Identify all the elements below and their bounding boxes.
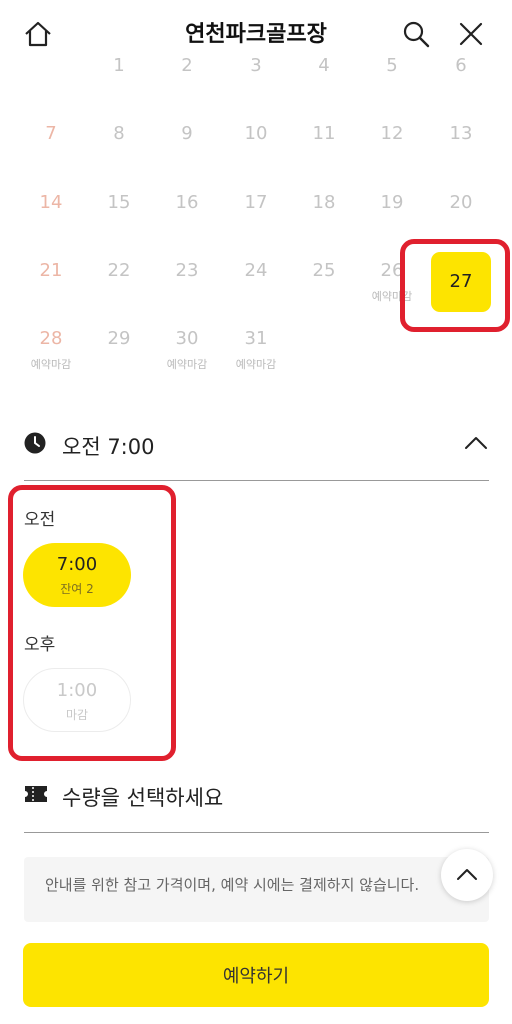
calendar-day-22[interactable]: 22 [89,252,149,312]
calendar-day-note: 예약마감 [166,358,208,371]
calendar-day-11[interactable]: 11 [294,115,354,175]
calendar-day-25[interactable]: 25 [294,252,354,312]
calendar-day-17[interactable]: 17 [226,184,286,244]
chevron-up-icon[interactable] [463,430,489,456]
calendar-day-number: 21 [39,260,63,281]
close-button[interactable] [455,18,487,50]
notice-text: 안내를 위한 참고 가격이며, 예약 시에는 결제하지 않습니다. [45,876,420,894]
search-button[interactable] [400,18,432,50]
calendar-day-number: 16 [175,192,199,213]
calendar-day-number: 30 [175,328,199,349]
calendar-day-number: 22 [107,260,131,281]
calendar-day-9[interactable]: 9 [157,115,217,175]
calendar-day-4[interactable]: 4 [294,47,354,107]
highlight-box-slots [8,485,176,761]
calendar-day-number: 11 [312,123,336,144]
calendar-day-24[interactable]: 24 [226,252,286,312]
chevron-up-icon [457,869,477,880]
calendar-day-number: 18 [312,192,336,213]
calendar-day-1[interactable]: 1 [89,47,149,107]
calendar-day-28[interactable]: 28 예약마감 [21,320,81,380]
selected-time-label: 오전 7:00 [62,435,155,459]
calendar-day-14[interactable]: 14 [21,184,81,244]
calendar-day-21[interactable]: 21 [21,252,81,312]
calendar-day-number: 15 [107,192,131,213]
calendar-day-5[interactable]: 5 [362,47,422,107]
calendar-day-note: 예약마감 [235,358,277,371]
quantity-selector-header[interactable]: 수량을 선택하세요 [24,770,489,833]
calendar-day-6[interactable]: 6 [431,47,491,107]
calendar-day-19[interactable]: 19 [362,184,422,244]
page-title: 연천파크골프장 [185,22,327,47]
calendar-day-number: 1 [113,55,125,76]
calendar-day-number: 6 [455,55,467,76]
calendar-day-number: 25 [312,260,336,281]
calendar-day-12[interactable]: 12 [362,115,422,175]
calendar-day-3[interactable]: 3 [226,47,286,107]
calendar-day-number: 5 [386,55,398,76]
calendar-day-number: 10 [244,123,268,144]
calendar-day-30[interactable]: 30 예약마감 [157,320,217,380]
calendar-day-number: 8 [113,123,125,144]
reserve-button[interactable]: 예약하기 [23,943,489,1007]
calendar-day-number: 20 [449,192,473,213]
calendar-day-31[interactable]: 31 예약마감 [226,320,286,380]
calendar-day-number: 28 [39,328,63,349]
calendar-day-number: 3 [250,55,262,76]
calendar-day-number: 14 [39,192,63,213]
calendar-day-number: 23 [175,260,199,281]
calendar-day-number: 24 [244,260,268,281]
calendar-day-10[interactable]: 10 [226,115,286,175]
calendar-day-number: 4 [318,55,330,76]
calendar-day-number: 17 [244,192,268,213]
calendar-day-number: 9 [181,123,193,144]
highlight-box-date [400,239,510,332]
calendar-day-number: 12 [380,123,404,144]
scroll-top-button[interactable] [441,849,493,901]
calendar-day-13[interactable]: 13 [431,115,491,175]
calendar-day-23[interactable]: 23 [157,252,217,312]
calendar-day-18[interactable]: 18 [294,184,354,244]
calendar-day-number: 19 [380,192,404,213]
search-icon [403,21,430,48]
calendar-day-16[interactable]: 16 [157,184,217,244]
calendar-day-number: 29 [107,328,131,349]
clock-icon [24,432,46,454]
close-icon [459,22,483,46]
calendar-day-20[interactable]: 20 [431,184,491,244]
calendar-day-15[interactable]: 15 [89,184,149,244]
calendar-day-number: 31 [244,328,268,349]
calendar-day-number: 13 [449,123,473,144]
calendar-day-7[interactable]: 7 [21,115,81,175]
calendar-day-number: 2 [181,55,193,76]
price-notice: 안내를 위한 참고 가격이며, 예약 시에는 결제하지 않습니다. [24,857,489,922]
quantity-label: 수량을 선택하세요 [62,786,224,810]
calendar-day-note: 예약마감 [30,358,72,371]
calendar-day-29[interactable]: 29 [89,320,149,380]
ticket-icon [25,786,47,802]
time-selector-header[interactable]: 오전 7:00 [24,424,489,481]
calendar-day-number: 7 [45,123,57,144]
calendar-day-2[interactable]: 2 [157,47,217,107]
calendar-day-8[interactable]: 8 [89,115,149,175]
